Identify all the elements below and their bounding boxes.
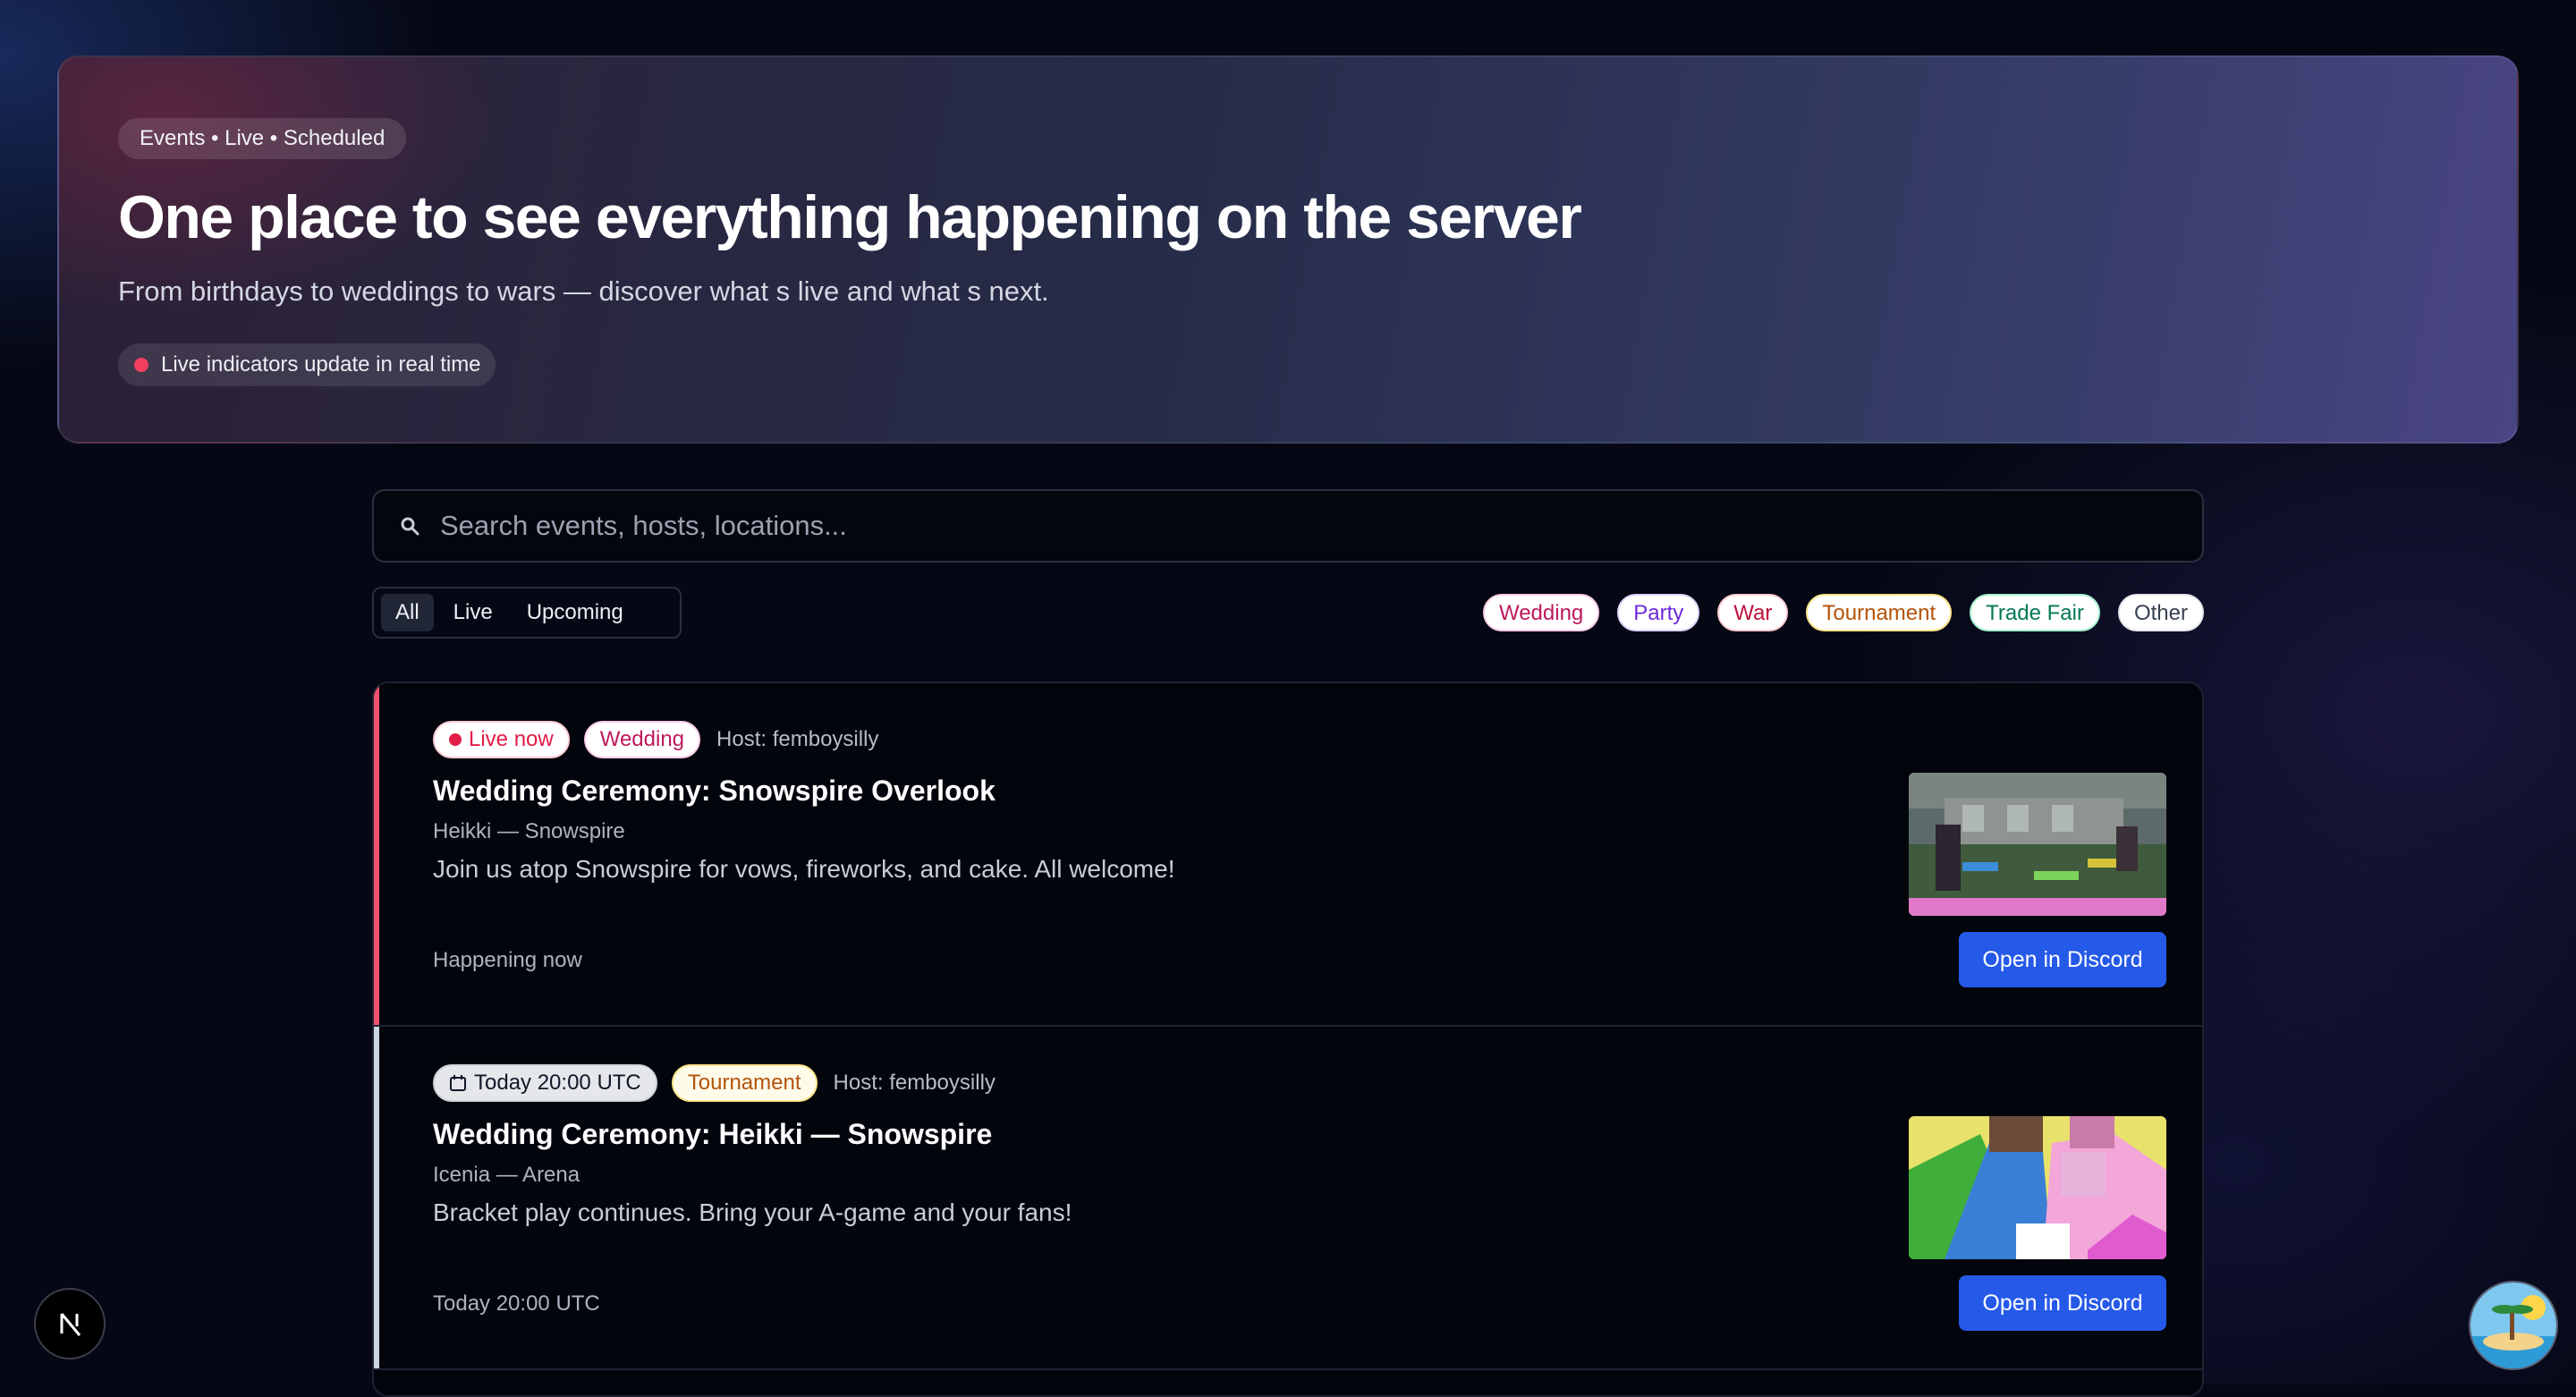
event-title: Wedding Ceremony: Heikki — Snowspire — [433, 1118, 993, 1150]
search-input[interactable] — [438, 509, 2202, 543]
search-icon — [401, 517, 419, 536]
event-host: Host: femboysilly — [833, 1071, 996, 1095]
chip-tournament[interactable]: Tournament — [1806, 594, 1953, 631]
chip-party[interactable]: Party — [1617, 594, 1700, 631]
event-description: Join us atop Snowspire for vows, firewor… — [433, 855, 1175, 883]
event-accent-bar — [374, 1027, 379, 1368]
chip-trade-fair[interactable]: Trade Fair — [1970, 594, 2100, 631]
hero-subtitle: From birthdays to weddings to wars — dis… — [118, 275, 1049, 307]
hero-banner: Events • Live • Scheduled One place to s… — [57, 55, 2519, 444]
category-filters: Wedding Party War Tournament Trade Fair … — [1482, 594, 2204, 631]
event-host: Host: femboysilly — [716, 727, 879, 751]
event-accent-bar — [374, 683, 379, 1025]
event-thumbnail[interactable] — [1909, 773, 2166, 916]
status-filter: All Live Upcoming — [372, 587, 682, 639]
event-card: Today 20:00 UTC Tournament Host: femboys… — [374, 1027, 2202, 1370]
nextjs-dev-badge[interactable] — [34, 1288, 106, 1359]
live-indicator-text: Live indicators update in real time — [161, 352, 481, 377]
wedding-scene-image — [1909, 773, 2166, 916]
island-avatar-icon — [2470, 1283, 2556, 1368]
filter-live[interactable]: Live — [439, 594, 507, 631]
live-now-badge: Live now — [433, 721, 570, 758]
event-title: Wedding Ceremony: Snowspire Overlook — [433, 775, 996, 807]
event-description: Bracket play continues. Bring your A-gam… — [433, 1198, 1072, 1226]
search-bar[interactable] — [372, 489, 2204, 563]
live-indicator-note: Live indicators update in real time — [118, 343, 496, 386]
page-title: One place to see everything happening on… — [118, 183, 1582, 251]
open-in-discord-button[interactable]: Open in Discord — [1959, 932, 2166, 987]
event-location: Heikki — Snowspire — [433, 819, 625, 843]
calendar-icon — [450, 1075, 466, 1091]
event-time: Today 20:00 UTC — [433, 1291, 600, 1316]
chip-other[interactable]: Other — [2117, 594, 2204, 631]
event-status: Live now — [469, 727, 554, 751]
event-card: Live now Wedding Host: femboysilly Weddi… — [374, 683, 2202, 1027]
filter-all[interactable]: All — [381, 594, 434, 631]
n-logo-icon — [60, 1313, 81, 1336]
live-dot-icon — [134, 358, 148, 372]
user-avatar[interactable] — [2469, 1281, 2558, 1370]
filter-upcoming[interactable]: Upcoming — [513, 594, 638, 631]
event-location: Icenia — Arena — [433, 1163, 580, 1187]
tournament-scene-image — [1909, 1116, 2166, 1259]
event-time: Happening now — [433, 948, 582, 972]
category-badge: Tournament — [671, 1064, 818, 1102]
chip-war[interactable]: War — [1717, 594, 1789, 631]
event-list: Live now Wedding Host: femboysilly Weddi… — [372, 682, 2204, 1397]
event-thumbnail[interactable] — [1909, 1116, 2166, 1259]
open-in-discord-button[interactable]: Open in Discord — [1959, 1275, 2166, 1331]
chip-wedding[interactable]: Wedding — [1482, 594, 1600, 631]
live-dot-icon — [449, 733, 462, 746]
event-meta-row: Live now Wedding Host: femboysilly — [433, 721, 878, 758]
event-meta-row: Today 20:00 UTC Tournament Host: femboys… — [433, 1064, 996, 1102]
hero-tag: Events • Live • Scheduled — [118, 118, 407, 159]
event-status: Today 20:00 UTC — [474, 1071, 641, 1095]
category-badge: Wedding — [583, 721, 701, 758]
scheduled-badge: Today 20:00 UTC — [433, 1064, 657, 1102]
